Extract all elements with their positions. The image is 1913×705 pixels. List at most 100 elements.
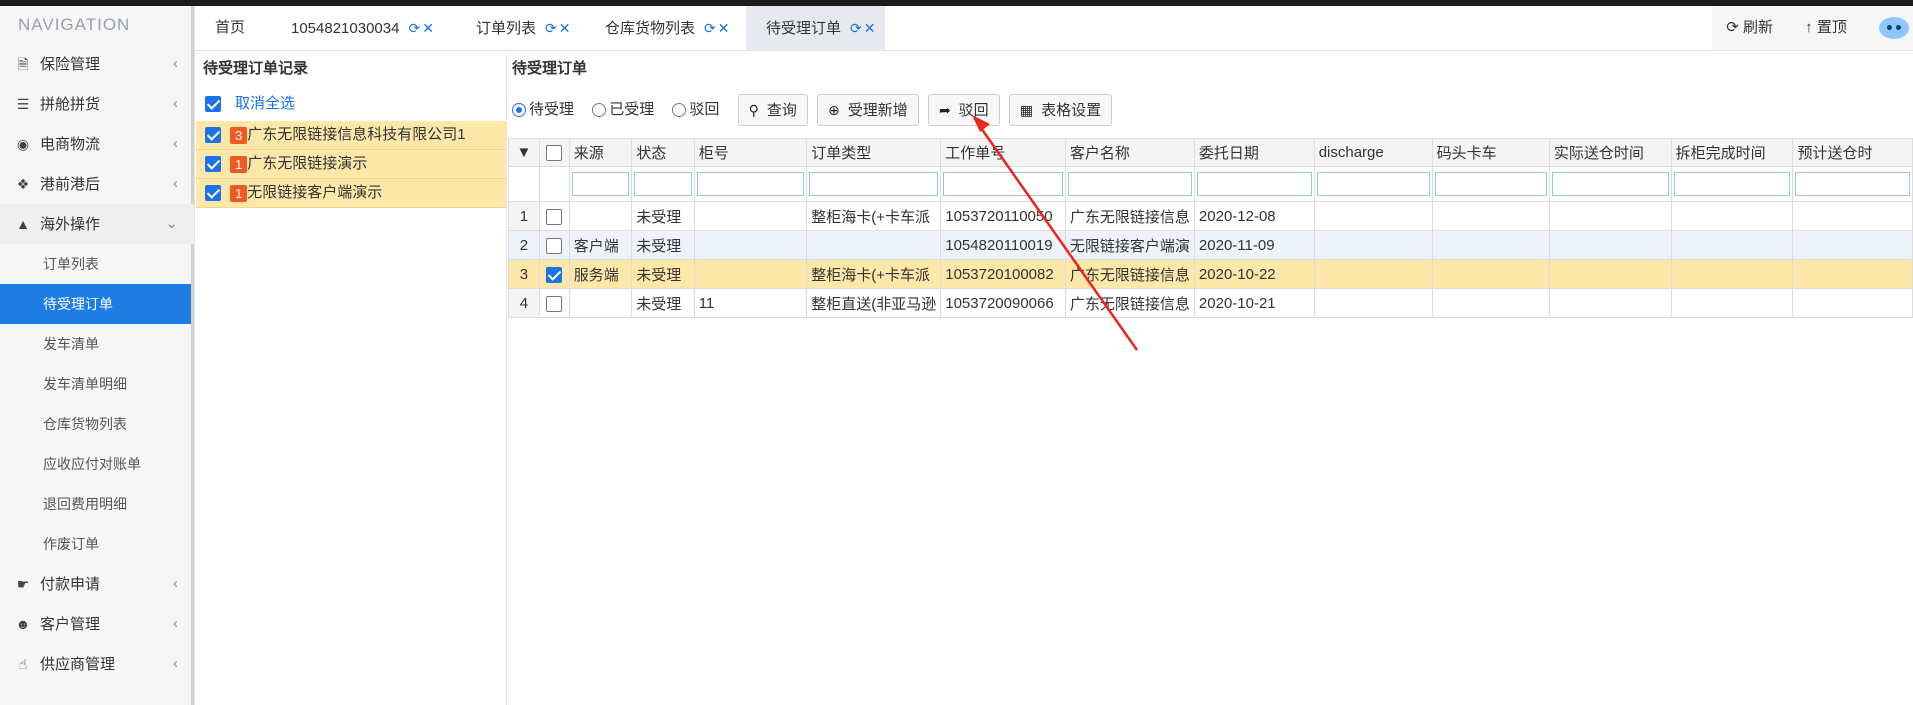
list-item[interactable]: 1 无限链接客户端演示 <box>196 179 506 208</box>
refresh-icon[interactable]: ⟳ <box>704 20 716 36</box>
table-cell <box>1670 288 1794 318</box>
tab-home[interactable]: 首页 <box>215 6 245 50</box>
radio-button[interactable] <box>512 103 526 118</box>
close-icon[interactable]: ✕ <box>718 20 730 36</box>
filter-input[interactable] <box>1196 172 1312 196</box>
filter-input[interactable] <box>634 172 692 196</box>
filter-input[interactable] <box>1067 172 1192 196</box>
column-header[interactable]: 柜号 <box>693 138 808 167</box>
record-checkbox[interactable] <box>205 185 221 202</box>
radio-accepted[interactable]: 已受理 <box>592 93 654 127</box>
radio-rejected[interactable]: 驳回 <box>672 93 719 127</box>
column-header[interactable]: 订单类型 <box>806 138 942 167</box>
refresh-icon[interactable]: ⟳ <box>850 20 862 36</box>
row-checkbox[interactable] <box>546 237 563 254</box>
column-header[interactable]: 委托日期 <box>1193 138 1315 167</box>
scroll-top-button[interactable]: ↑ 置顶 <box>1791 6 1861 50</box>
row-checkbox[interactable] <box>546 266 563 283</box>
sidebar: NAVIGATION 🗎 保险管理 ‹ ☰ 拼舱拼货 ‹ ◉ 电商物流 ‹ ❖ 港前港后… <box>0 6 195 705</box>
table-row[interactable]: 2 客户端 未受理 1054820110019 无限链接客户端演 2020-11-09 <box>508 230 1913 260</box>
filter-input[interactable] <box>1551 172 1669 196</box>
select-all-checkbox[interactable] <box>205 96 221 113</box>
radio-label: 已受理 <box>609 101 655 118</box>
refresh-icon[interactable]: ⟳ <box>545 20 557 36</box>
sidebar-item-payment[interactable]: ☛ 付款申请 ‹ <box>0 564 194 604</box>
sidebar-subitem-dispatch-list[interactable]: 发车清单 <box>0 324 194 364</box>
column-header[interactable]: 预计送仓时 <box>1792 138 1913 167</box>
page-title: 待受理订单 <box>512 60 588 77</box>
scroll-top-label: 置顶 <box>1816 19 1847 36</box>
sidebar-subitem-void-orders[interactable]: 作废订单 <box>0 524 194 564</box>
select-all-row[interactable]: 取消全选 <box>196 87 506 121</box>
column-header[interactable]: 实际送仓时间 <box>1548 138 1672 167</box>
filter-input[interactable] <box>1316 172 1430 196</box>
column-header[interactable]: 来源 <box>568 138 633 167</box>
accept-new-button[interactable]: ⊕ 受理新增 <box>817 94 919 126</box>
sidebar-item-consolidation[interactable]: ☰ 拼舱拼货 ‹ <box>0 84 194 124</box>
filter-row <box>508 166 1913 202</box>
list-item[interactable]: 3 广东无限链接信息科技有限公司1 <box>196 121 506 150</box>
table-row[interactable]: 1 未受理 整柜海卡(+卡车派 1053720110050 广东无限链接信息 2020-1… <box>508 201 1913 231</box>
tab-order-list[interactable]: 订单列表 ⟳ ✕ <box>476 6 570 50</box>
sidebar-item-suppliers[interactable]: ☝ 供应商管理 ‹ <box>0 644 194 684</box>
sidebar-item-label: 保险管理 <box>40 56 101 73</box>
radio-label: 待受理 <box>529 101 575 118</box>
column-header[interactable]: 码头卡车 <box>1431 138 1550 167</box>
chevron-left-icon: ‹ <box>173 55 178 72</box>
record-checkbox[interactable] <box>205 156 221 173</box>
close-icon[interactable]: ✕ <box>864 20 876 36</box>
filter-input[interactable] <box>1795 172 1910 196</box>
filter-input[interactable] <box>571 172 630 196</box>
sidebar-item-port[interactable]: ❖ 港前港后 ‹ <box>0 164 194 204</box>
radio-pending[interactable]: 待受理 <box>512 93 574 127</box>
tab-pending-orders[interactable]: 待受理订单 ⟳ ✕ <box>746 6 886 50</box>
sidebar-item-ecommerce[interactable]: ◉ 电商物流 ‹ <box>0 124 194 164</box>
refresh-icon[interactable]: ⟳ <box>408 20 420 36</box>
radio-button[interactable] <box>592 103 607 118</box>
radio-button[interactable] <box>672 103 687 118</box>
column-header[interactable]: discharge <box>1313 138 1433 167</box>
filter-input[interactable] <box>809 172 939 196</box>
table-settings-button[interactable]: ▦ 表格设置 <box>1008 94 1113 126</box>
filter-icon[interactable]: ▼ <box>508 138 540 167</box>
panel-title: 待受理订单记录 <box>203 60 309 77</box>
close-icon[interactable]: ✕ <box>559 20 571 36</box>
select-all-label[interactable]: 取消全选 <box>235 95 295 112</box>
header-checkbox-cell[interactable] <box>538 138 570 167</box>
filter-input[interactable] <box>1673 172 1791 196</box>
sidebar-subitem-reconciliation[interactable]: 应收应付对账单 <box>0 444 194 484</box>
refresh-button[interactable]: ⟳ 刷新 <box>1712 6 1787 50</box>
column-header[interactable]: 客户名称 <box>1064 138 1195 167</box>
row-checkbox[interactable] <box>546 208 563 225</box>
row-checkbox[interactable] <box>546 295 563 312</box>
reject-button[interactable]: ➦ 驳回 <box>927 94 1000 126</box>
sidebar-item-customers[interactable]: ☻ 客户管理 ‹ <box>0 604 194 644</box>
sidebar-subitem-pending-orders[interactable]: 待受理订单 <box>0 284 194 324</box>
table-cell: 整柜海卡(+卡车派 <box>806 201 942 231</box>
avatar[interactable] <box>1879 17 1909 40</box>
filter-input[interactable] <box>1434 172 1547 196</box>
tab-work-order[interactable]: 1054821030034 ⟳ ✕ <box>291 6 434 50</box>
refresh-icon: ⟳ <box>1726 19 1739 36</box>
column-header[interactable]: 工作单号 <box>940 138 1066 167</box>
select-all-rows-checkbox[interactable] <box>546 145 563 162</box>
filter-input[interactable] <box>943 172 1063 196</box>
sidebar-item-insurance[interactable]: 🗎 保险管理 ‹ <box>0 44 194 84</box>
record-checkbox[interactable] <box>205 127 221 144</box>
filter-input[interactable] <box>696 172 805 196</box>
sidebar-subitem-warehouse-goods[interactable]: 仓库货物列表 <box>0 404 194 444</box>
table-row[interactable]: 3 服务端 未受理 整柜海卡(+卡车派 1053720100082 广东无限链接信息 202… <box>508 259 1913 289</box>
tab-warehouse-goods[interactable]: 仓库货物列表 ⟳ ✕ <box>605 6 729 50</box>
sidebar-item-overseas[interactable]: ▲ 海外操作 ⌄ <box>0 204 194 244</box>
table-icon: ▦ <box>1019 102 1034 118</box>
list-item[interactable]: 1 广东无限链接演示 <box>196 150 506 179</box>
table-row[interactable]: 4 未受理 11 整柜直送(非亚马逊 1053720090066 广东无限链接信息 2020… <box>508 288 1913 318</box>
column-header[interactable]: 状态 <box>631 138 695 167</box>
sidebar-subitem-refund-detail[interactable]: 退回费用明细 <box>0 484 194 524</box>
sidebar-item-label: 客户管理 <box>40 616 101 633</box>
query-button[interactable]: ⚲ 查询 <box>737 94 808 126</box>
sidebar-subitem-dispatch-detail[interactable]: 发车清单明细 <box>0 364 194 404</box>
close-icon[interactable]: ✕ <box>422 20 434 36</box>
column-header[interactable]: 拆柜完成时间 <box>1670 138 1794 167</box>
sidebar-subitem-order-list[interactable]: 订单列表 <box>0 244 194 284</box>
